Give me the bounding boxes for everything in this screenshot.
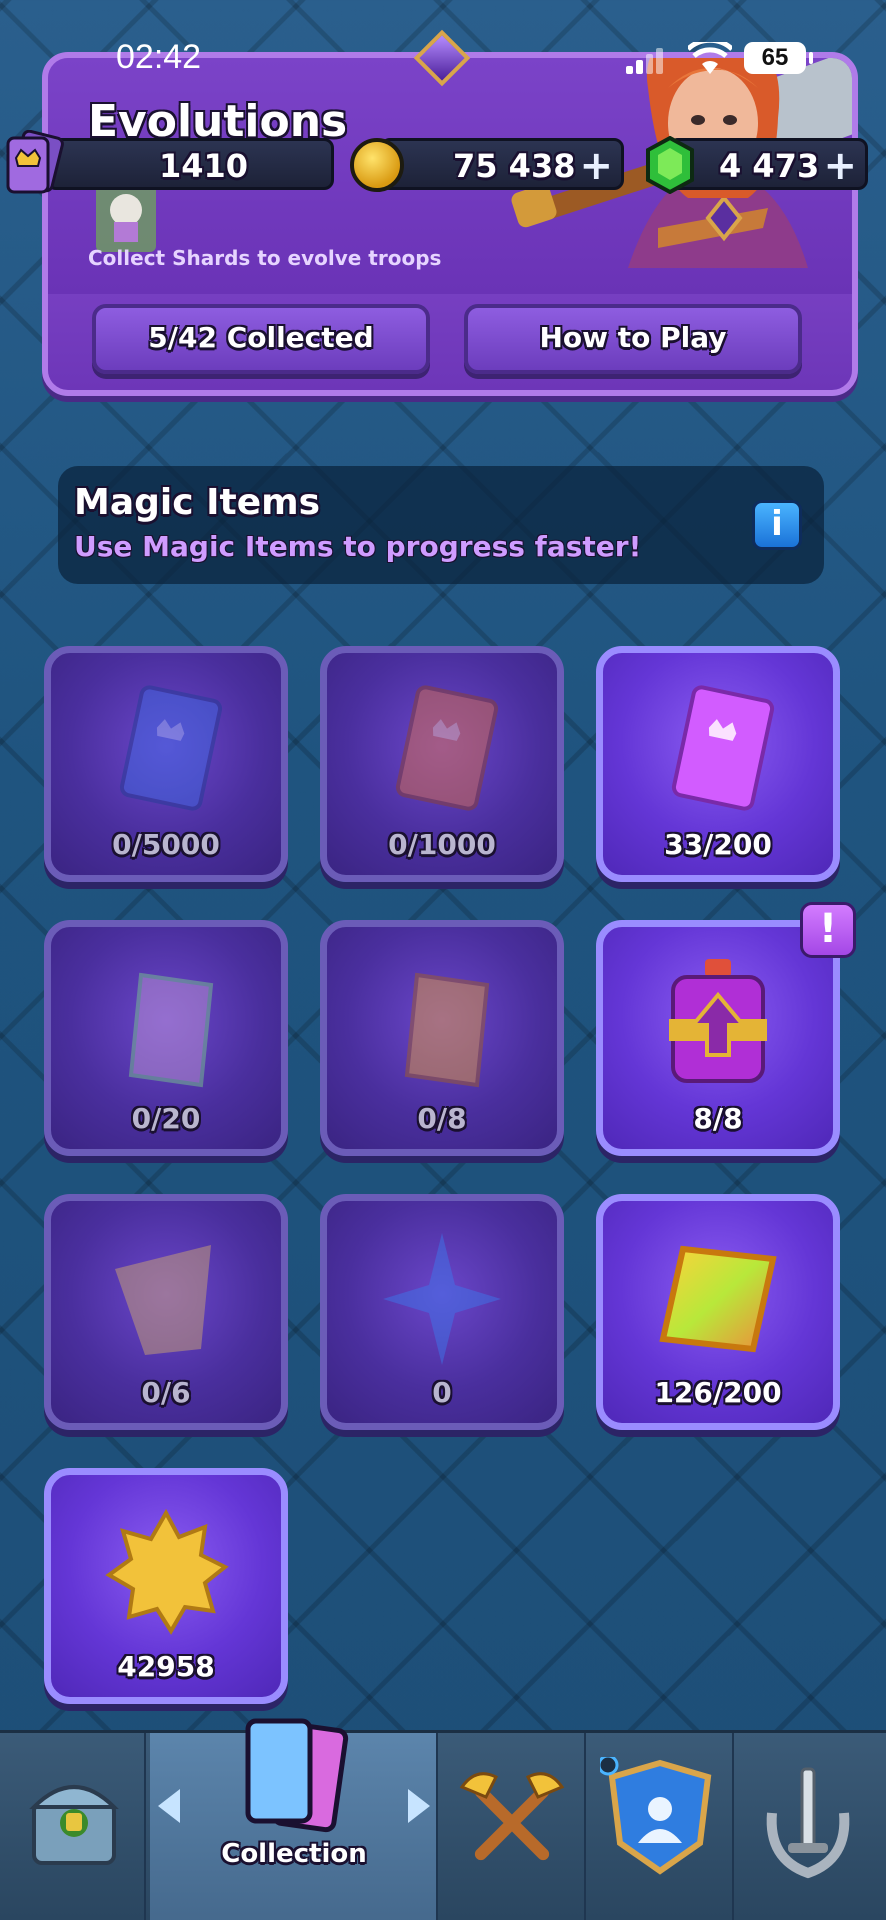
legendary-wild-card-count: 0/20: [131, 1102, 201, 1135]
gems-count: 4 473: [719, 147, 820, 185]
tile-epic-wild-card[interactable]: 33/200: [596, 646, 840, 882]
nav-events[interactable]: [736, 1733, 882, 1920]
star-points-count: 0: [432, 1376, 452, 1409]
sword-laurel-icon: [766, 1767, 850, 1879]
wifi-icon: [688, 42, 732, 74]
tile-star-points[interactable]: 0: [320, 1194, 564, 1430]
nav-shop[interactable]: [0, 1733, 146, 1920]
add-gems-button[interactable]: +: [823, 143, 857, 189]
nav-right-arrow-icon[interactable]: [408, 1789, 430, 1823]
gem-icon: [646, 136, 694, 194]
add-gold-button[interactable]: +: [579, 143, 613, 189]
gold-count: 75 438: [453, 147, 576, 185]
magic-items-title: Magic Items: [74, 482, 321, 523]
champion-wild-card-icon: [404, 972, 490, 1088]
gold-badge-count: 42958: [117, 1650, 215, 1683]
rare-wild-card-count: 0/1000: [388, 828, 496, 861]
cards-counter: 1410: [46, 138, 334, 190]
magic-items-header: Magic Items Use Magic Items to progress …: [58, 466, 824, 584]
tile-evolution-shard[interactable]: 0/6: [44, 1194, 288, 1430]
elixir-potion-icon: [669, 959, 767, 1083]
gold-coin-icon: [350, 138, 404, 192]
evolutions-panel: Evolutions Collect Shards to evolve troo…: [42, 52, 858, 396]
common-wild-card-icon: [119, 685, 223, 811]
collection-cards-icon: [245, 1718, 349, 1833]
clan-shield-icon: [600, 1757, 712, 1875]
nav-collection[interactable]: Collection: [150, 1718, 438, 1920]
common-wild-card-count: 0/5000: [112, 828, 220, 861]
evolutions-subtitle: Collect Shards to evolve troops: [88, 246, 442, 270]
nav-collection-label: Collection: [221, 1839, 367, 1869]
how-to-play-button[interactable]: How to Play: [464, 304, 802, 374]
clock: 02:42: [116, 38, 202, 76]
gems-counter[interactable]: 4 473 +: [668, 138, 868, 190]
signal-icon: [626, 46, 666, 74]
cards-count: 1410: [159, 147, 249, 185]
tile-common-wild-card[interactable]: 0/5000: [44, 646, 288, 882]
nav-clan[interactable]: [588, 1733, 734, 1920]
tile-gold-badge[interactable]: 42958: [44, 1468, 288, 1704]
tile-rainbow-shard[interactable]: 126/200: [596, 1194, 840, 1430]
evolution-shard-icon: [115, 1245, 211, 1355]
treasure-chest-icon: [29, 1785, 119, 1865]
info-button[interactable]: i: [752, 500, 802, 550]
nav-left-arrow-icon[interactable]: [158, 1789, 180, 1823]
cards-icon: [6, 130, 64, 194]
elixir-potion-count: 8/8: [693, 1102, 743, 1135]
tile-rare-wild-card[interactable]: 0/1000: [320, 646, 564, 882]
battery-indicator: 65: [744, 42, 813, 74]
rainbow-shard-count: 126/200: [654, 1376, 782, 1409]
epic-wild-card-count: 33/200: [664, 828, 772, 861]
notification-badge: !: [800, 902, 856, 958]
rainbow-shard-icon: [659, 1245, 777, 1353]
gold-badge-icon: [105, 1508, 229, 1635]
collected-button[interactable]: 5/42 Collected: [92, 304, 430, 374]
star-points-icon: [383, 1233, 501, 1365]
tile-legendary-wild-card[interactable]: 0/20: [44, 920, 288, 1156]
bottom-nav: Collection: [0, 1718, 886, 1920]
gold-counter[interactable]: 75 438 +: [380, 138, 624, 190]
epic-wild-card-icon: [671, 685, 775, 811]
tile-elixir-potion[interactable]: 8/8: [596, 920, 840, 1156]
tile-champion-wild-card[interactable]: 0/8: [320, 920, 564, 1156]
magic-items-subtitle: Use Magic Items to progress faster!: [74, 530, 642, 563]
rare-wild-card-icon: [395, 685, 499, 811]
evolution-shard-count: 0/6: [141, 1376, 191, 1409]
legendary-wild-card-icon: [128, 972, 214, 1088]
nav-battle[interactable]: [440, 1733, 586, 1920]
crossed-axes-icon: [459, 1772, 565, 1861]
champion-wild-card-count: 0/8: [417, 1102, 467, 1135]
